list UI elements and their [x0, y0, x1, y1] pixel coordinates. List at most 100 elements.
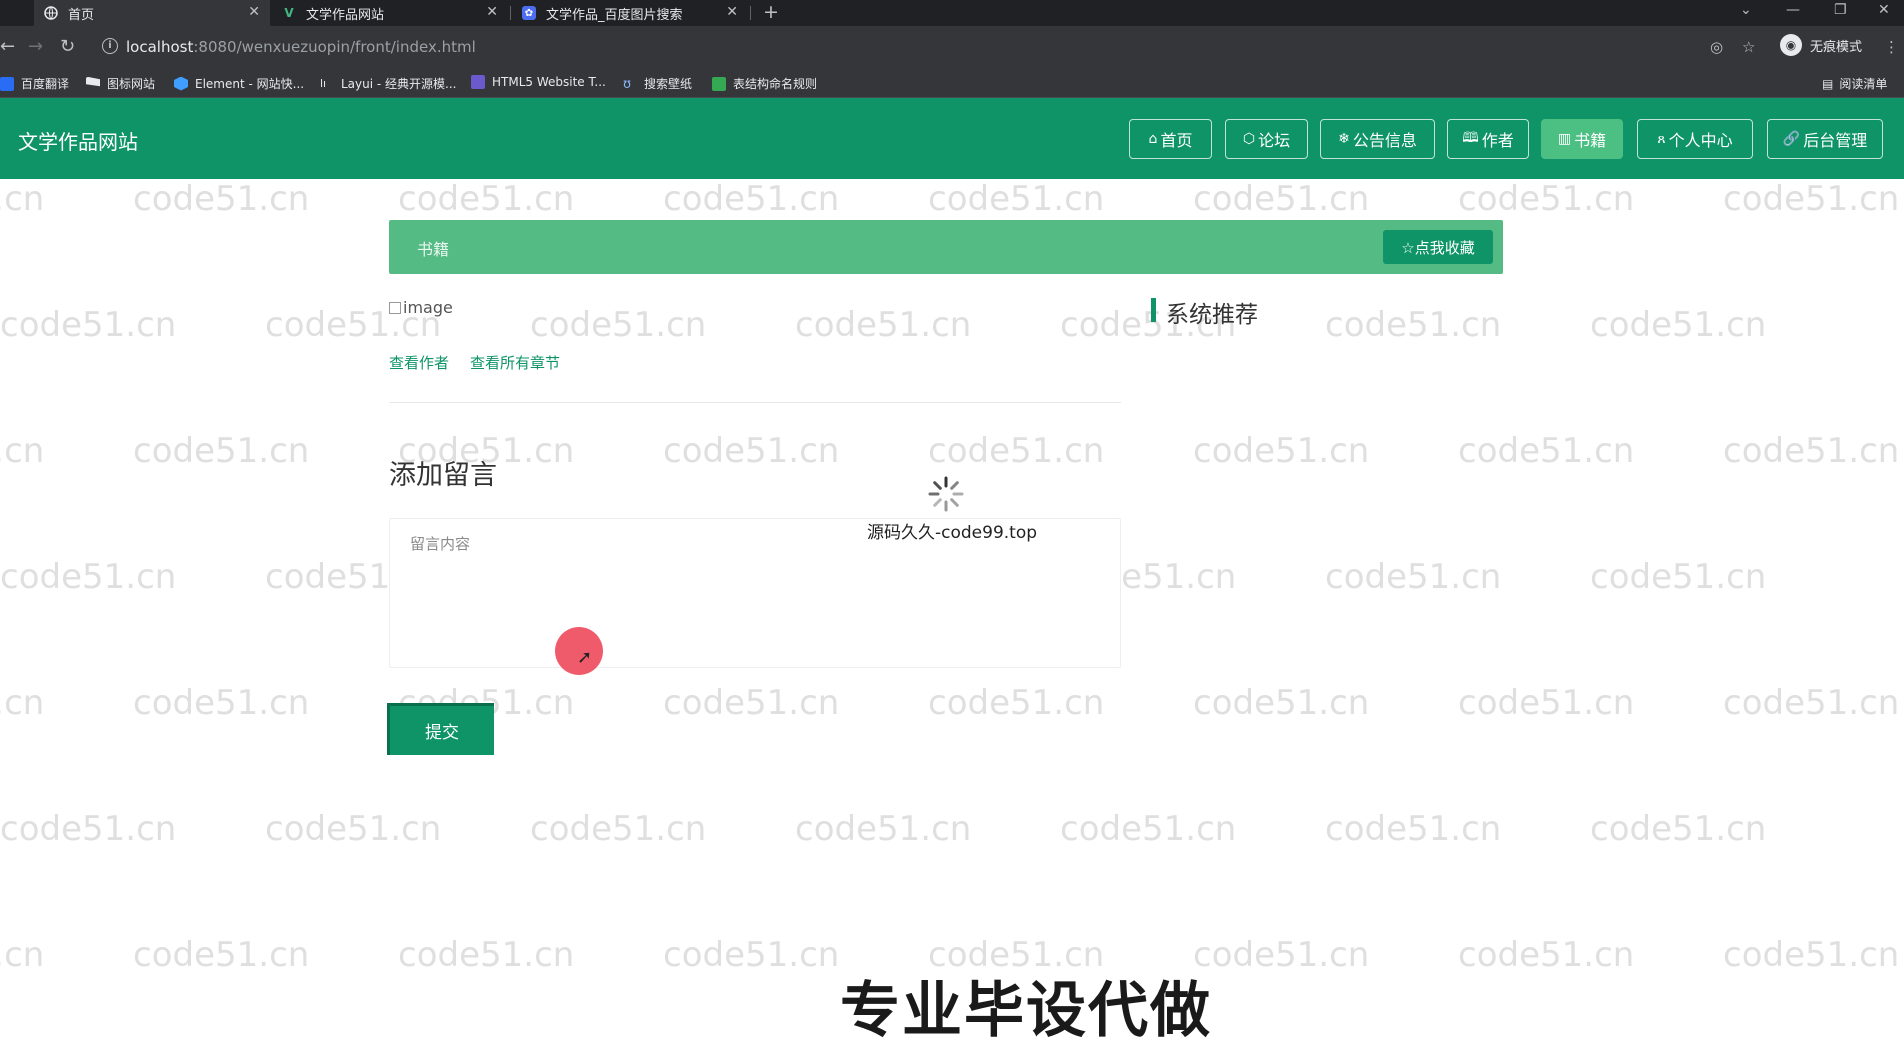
url-text: localhost:8080/wenxuezuopin/front/index.…: [126, 38, 476, 56]
site-info-icon[interactable]: i: [102, 38, 118, 54]
recommend-heading: 系统推荐: [1166, 302, 1258, 328]
watermark-text: code51.cn: [795, 809, 972, 849]
nav-forum[interactable]: ⬡ 论坛: [1225, 119, 1308, 159]
watermark-text: code51.cn: [133, 683, 310, 723]
watermark-text: code51.cn: [0, 305, 177, 345]
nav-user-center[interactable]: ጸ 个人中心: [1637, 119, 1753, 159]
reading-list[interactable]: ▤ 阅读清单: [1822, 75, 1887, 92]
bookmark-item[interactable]: 百度翻译: [0, 75, 69, 92]
browser-tab-site[interactable]: V 文学作品网站 ✕: [272, 0, 508, 26]
watermark-text: code51.cn: [265, 809, 442, 849]
home-icon: ⌂: [1148, 131, 1158, 147]
cursor-arrow-icon: ➚: [577, 647, 593, 668]
book-icon: ▥: [1557, 131, 1572, 147]
nav-home[interactable]: ⌂ 首页: [1129, 119, 1212, 159]
book-cover-image: image: [389, 298, 453, 317]
restore-icon[interactable]: ❐: [1834, 2, 1847, 18]
view-chapters-link[interactable]: 查看所有章节: [470, 352, 560, 373]
book-title-banner: 书籍 ☆点我收藏: [389, 220, 1503, 274]
address-input[interactable]: i localhost:8080/wenxuezuopin/front/inde…: [92, 32, 1752, 62]
incognito-indicator[interactable]: ◉ 无痕模式: [1780, 34, 1862, 56]
nav-books[interactable]: ▥ 书籍: [1541, 119, 1623, 159]
watermark-text: code51.cn: [1458, 179, 1635, 219]
nav-admin[interactable]: 🔗 后台管理: [1767, 119, 1883, 159]
bookmark-item[interactable]: Element - 网站快...: [174, 75, 304, 92]
site-title: 文学作品网站: [18, 130, 138, 154]
watermark-text: code51.cn: [1060, 809, 1237, 849]
link-icon: 🔗: [1782, 131, 1801, 147]
snowflake-icon: ❄: [1338, 131, 1350, 147]
watermark-text: code51.cn: [1590, 557, 1767, 597]
cube-icon: ⬡: [1242, 131, 1256, 147]
watermark-text: code51.cn: [1458, 935, 1635, 975]
view-author-link[interactable]: 查看作者: [389, 352, 449, 373]
bookmark-item[interactable]: 图标网站: [86, 75, 155, 92]
browser-tab-strip: 首页 ✕ V 文学作品网站 ✕ ✿ 文学作品_百度图片搜索 ✕ + ⌄ — ❐ …: [0, 0, 1904, 26]
bookmarks-bar: 百度翻译 图标网站 Element - 网站快... lı Layui - 经典开…: [0, 68, 1904, 98]
watermark-text: code51.cn: [1193, 683, 1370, 723]
watermark-text: code51.cn: [1193, 179, 1370, 219]
more-menu-icon[interactable]: ⋮: [1884, 38, 1899, 56]
address-bar-row: ← → ↻ i localhost:8080/wenxuezuopin/fron…: [0, 26, 1904, 68]
watermark-text: code51.cn: [1325, 305, 1502, 345]
tab-label: 首页: [68, 7, 95, 23]
tab-label: 文学作品_百度图片搜索: [546, 7, 683, 23]
table-icon: [712, 76, 726, 91]
forward-arrow-icon[interactable]: →: [28, 36, 43, 57]
tab-separator: [750, 6, 751, 20]
tab-separator: [510, 6, 511, 20]
minimize-icon[interactable]: —: [1786, 2, 1800, 18]
baidu-paw-icon: ✿: [522, 6, 536, 20]
watermark-text: code51.cn: [1458, 683, 1635, 723]
nav-authors[interactable]: 🕮 作者: [1447, 119, 1529, 159]
user-icon: ጸ: [1657, 131, 1666, 147]
watermark-text: code51.cn: [133, 935, 310, 975]
nav-announcements[interactable]: ❄ 公告信息: [1320, 119, 1435, 159]
bookmark-item[interactable]: HTML5 Website T...: [471, 75, 606, 89]
incognito-icon: ◉: [1780, 34, 1802, 56]
browser-tab-baidu[interactable]: ✿ 文学作品_百度图片搜索 ✕: [512, 0, 748, 26]
watermark-text: code51.cn: [0, 935, 45, 975]
watermark-text: code51.cn: [1325, 557, 1502, 597]
close-icon[interactable]: ✕: [486, 4, 498, 20]
bookmark-item[interactable]: lı Layui - 经典开源模...: [320, 75, 456, 92]
watermark-text: code51.cn: [1723, 683, 1900, 723]
tab-label: 文学作品网站: [306, 7, 385, 23]
element-hex-icon: [174, 76, 188, 91]
watermark-text: code51.cn: [1723, 179, 1900, 219]
star-icon[interactable]: ☆: [1742, 38, 1755, 56]
watermark-text: code51.cn: [0, 179, 45, 219]
submit-button[interactable]: 提交: [387, 703, 494, 755]
tab-search-icon[interactable]: ⌄: [1740, 2, 1752, 18]
watermark-text: code51.cn: [530, 305, 707, 345]
close-icon[interactable]: ✕: [726, 4, 738, 20]
watermark-text: code51.cn: [1590, 809, 1767, 849]
watermark-text: code51.cn: [663, 683, 840, 723]
watermark-text: code51.cn: [795, 305, 972, 345]
watermark-text: code51.cn: [1193, 935, 1370, 975]
reload-icon[interactable]: ↻: [60, 36, 75, 57]
bookmark-item[interactable]: 表结构命名规则: [712, 75, 817, 92]
eye-off-icon[interactable]: ◎: [1710, 38, 1723, 56]
watermark-text: code51.cn: [1458, 431, 1635, 471]
loading-text: 源码久久-code99.top: [867, 523, 1038, 543]
new-tab-icon[interactable]: +: [763, 1, 779, 23]
back-arrow-icon[interactable]: ←: [0, 36, 15, 57]
book-title: 书籍: [417, 240, 450, 259]
close-icon[interactable]: ✕: [248, 4, 260, 20]
watermark-text: code51.cn: [663, 935, 840, 975]
watermark-text: code51.cn: [0, 683, 45, 723]
window-close-icon[interactable]: ✕: [1878, 2, 1890, 18]
comment-placeholder: 留言内容: [410, 535, 471, 553]
watermark-text: code51.cn: [1590, 305, 1767, 345]
favorite-button[interactable]: ☆点我收藏: [1383, 230, 1493, 264]
watermark-text: code51.cn: [530, 809, 707, 849]
watermark-text: code51.cn: [928, 683, 1105, 723]
bookmark-item[interactable]: ʊ 搜索壁纸: [623, 75, 692, 92]
layui-icon: lı: [320, 76, 327, 90]
book-open-icon: 🕮: [1462, 130, 1479, 146]
wallpaper-icon: ʊ: [623, 76, 632, 92]
add-comment-heading: 添加留言: [389, 460, 497, 491]
browser-tab-home[interactable]: 首页 ✕: [34, 0, 270, 26]
flag-icon: [86, 76, 100, 87]
